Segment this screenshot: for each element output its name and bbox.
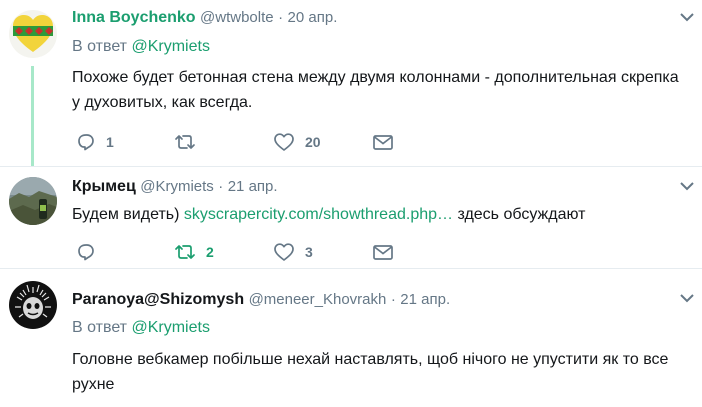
reply-handle-link[interactable]: @Krymiets (131, 38, 209, 55)
reply-context: В ответ @Krymiets (72, 317, 210, 339)
chevron-down-icon[interactable] (680, 12, 694, 22)
tweet-date[interactable]: 21 апр. (400, 291, 450, 308)
reply-button[interactable]: 1 (76, 130, 114, 154)
tweet-3[interactable]: Paranoya@Shizomysh @meneer_Khovrakh · 21… (0, 268, 702, 407)
reply-icon (78, 244, 94, 261)
like-button[interactable]: 20 (273, 130, 321, 154)
tweet-header: Paranoya@Shizomysh @meneer_Khovrakh · 21… (72, 289, 662, 311)
direct-message-button[interactable] (372, 240, 394, 264)
separator: · (218, 178, 224, 195)
like-button[interactable]: 3 (273, 240, 313, 264)
tweet-text: Головне вебкамер побільше нехай наставля… (72, 351, 669, 393)
heart-icon (274, 133, 294, 151)
tweet-date[interactable]: 20 апр. (288, 9, 338, 26)
avatar[interactable] (9, 177, 57, 225)
tweet-text: Будем видеть) skyscrapercity.com/showthr… (72, 202, 682, 227)
direct-message-button[interactable] (372, 130, 394, 154)
heart-icon (274, 243, 294, 261)
author-handle[interactable]: @meneer_Khovrakh (249, 291, 387, 308)
tweet-header: Inna Boychenko @wtwbolte · 20 апр. (72, 7, 662, 29)
tweet-text-after: здесь обсуждают (453, 206, 586, 223)
separator: · (278, 9, 284, 26)
author-name[interactable]: Inna Boychenko (72, 9, 196, 26)
retweet-icon (175, 135, 195, 149)
author-name[interactable]: Paranoya@Shizomysh (72, 291, 244, 308)
retweet-count: 2 (206, 244, 214, 260)
tweet-text-before: Будем видеть) (72, 206, 184, 223)
reply-button[interactable] (76, 240, 96, 264)
retweet-button[interactable] (174, 130, 196, 154)
reply-count: 1 (106, 134, 114, 150)
reply-context: В ответ @Krymiets (72, 36, 210, 58)
tweet-date[interactable]: 21 апр. (228, 178, 278, 195)
tweet-1[interactable]: Inna Boychenko @wtwbolte · 20 апр. В отв… (0, 0, 702, 166)
thread-line (31, 66, 34, 166)
tweet-text: Похоже будет бетонная стена между двумя … (72, 69, 679, 111)
retweet-icon (175, 245, 195, 259)
reply-prefix: В ответ (72, 38, 128, 55)
avatar[interactable] (9, 281, 57, 329)
chevron-down-icon[interactable] (680, 181, 694, 191)
mail-icon (373, 245, 393, 260)
reply-handle-link[interactable]: @Krymiets (131, 319, 209, 336)
like-count: 20 (305, 134, 321, 150)
tweet-header: Крымец @Krymiets · 21 апр. (72, 176, 662, 198)
like-count: 3 (305, 244, 313, 260)
separator: · (390, 291, 396, 308)
reply-prefix: В ответ (72, 319, 128, 336)
mail-icon (373, 135, 393, 150)
author-name[interactable]: Крымец (72, 178, 136, 195)
tweet-2[interactable]: Крымец @Krymiets · 21 апр. Будем видеть)… (0, 166, 702, 268)
avatar[interactable] (9, 10, 57, 58)
author-handle[interactable]: @wtwbolte (200, 9, 274, 26)
chevron-down-icon[interactable] (680, 293, 694, 303)
tweet-link[interactable]: skyscrapercity.com/showthread.php… (184, 206, 453, 223)
author-handle[interactable]: @Krymiets (140, 178, 214, 195)
reply-icon (78, 134, 94, 151)
retweet-button[interactable]: 2 (174, 240, 214, 264)
